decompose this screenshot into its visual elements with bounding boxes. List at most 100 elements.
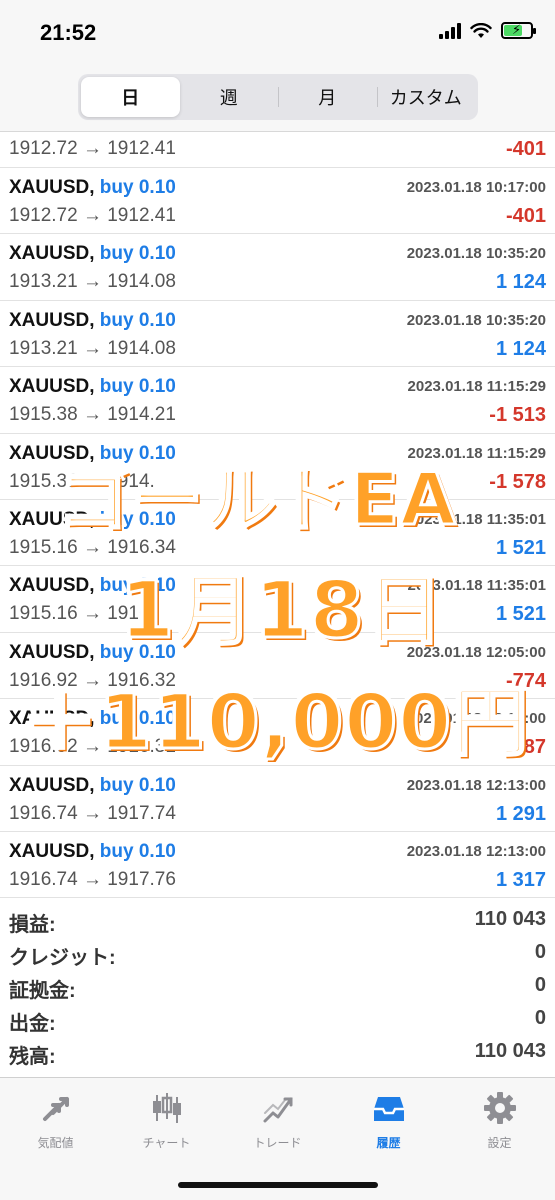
- deal-list: 1912.72 → 1912.41 -401 XAUUSD, buy 0.10 2…: [0, 132, 555, 899]
- deal-type: buy 0.10: [99, 177, 176, 198]
- deal-profit: -787: [505, 736, 546, 759]
- deal-time: 2023.01.18 11:15:29: [407, 444, 546, 462]
- tab-label: トレード: [253, 1136, 302, 1150]
- deal-symbol: XAUUSD, buy 0.10: [9, 775, 176, 797]
- status-bar: 21:52 ⚡: [0, 0, 555, 66]
- deal-profit: 1 317: [495, 868, 546, 891]
- tab-label: 設定: [487, 1136, 512, 1150]
- deal-symbol: XAUUSD, buy 0.10: [9, 243, 176, 265]
- deal-prices: 1912.72 → 1912.41: [9, 138, 176, 159]
- history-icon: [369, 1088, 409, 1128]
- deal-symbol: XAUUSD, buy 0.10: [9, 509, 176, 531]
- summary-row: 損益: 110 043: [0, 904, 555, 937]
- deal-symbol: XAUUSD, buy 0.10: [9, 841, 176, 863]
- list-item-partial[interactable]: 1912.72 → 1912.41 -401: [0, 132, 555, 168]
- deal-symbol-name: XAUUSD,: [9, 376, 95, 398]
- deal-type: buy 0.10: [99, 376, 176, 398]
- deal-time: 2023.01.18 12:05:00: [406, 710, 546, 728]
- cellular-signal-icon: [439, 22, 461, 39]
- list-item[interactable]: XAUUSD, buy 0.10 2023.01.18 10:35:20 1913.…: [0, 234, 555, 301]
- deal-profit: 1 521: [495, 603, 546, 626]
- summary-label: 残高:: [9, 1046, 56, 1068]
- deal-time: 2023.01.18 11:35:01: [407, 577, 546, 595]
- list-item[interactable]: XAUUSD, buy 0.10 2023.01.18 11:35:01 1915.…: [0, 566, 555, 633]
- home-indicator: [178, 1182, 378, 1188]
- summary-value: 0: [534, 1007, 546, 1029]
- segment-custom[interactable]: カスタム: [376, 77, 476, 117]
- deal-profit: 1 521: [495, 536, 546, 559]
- list-item[interactable]: XAUUSD, buy 0.10 2023.01.18 11:35:01 1915.…: [0, 500, 555, 567]
- summary-value: 0: [534, 974, 546, 996]
- deal-prices: 1915.38 → 1914.: [9, 470, 155, 492]
- deal-prices: 1916.74 → 1917.74: [9, 802, 176, 824]
- summary-label: 出金:: [9, 1013, 56, 1035]
- segment-day[interactable]: 日: [81, 77, 180, 117]
- list-item[interactable]: XAUUSD, buy 0.10 2023.01.18 11:15:29 1915.…: [0, 434, 555, 500]
- deal-type: buy 0.10: [99, 641, 176, 663]
- list-item[interactable]: XAUUSD, buy 0.10 2023.01.18 12:13:00 1916.…: [0, 766, 555, 832]
- deal-time: 2023.01.18 12:13:00: [406, 776, 546, 794]
- deal-symbol-name: XAUUSD,: [9, 508, 95, 530]
- deal-prices: 1916.92 → 1916.32: [9, 669, 176, 691]
- deal-prices: 1916.92 → 1916.31: [9, 736, 176, 758]
- deal-symbol: XAUUSD, buy 0.10: [9, 575, 176, 597]
- status-icons: ⚡: [439, 22, 536, 39]
- deal-symbol-name: XAUUSD,: [9, 442, 95, 464]
- segment-month[interactable]: 月: [278, 77, 377, 117]
- deal-type: buy 0.10: [99, 309, 176, 331]
- deal-profit: 1 291: [495, 802, 546, 825]
- list-item[interactable]: XAUUSD, buy 0.10 2023.01.18 10:17:00 1912.…: [0, 168, 555, 235]
- list-item[interactable]: XAUUSD, buy 0.10 2023.01.18 12:05:00 1916.…: [0, 699, 555, 766]
- deal-profit: -1 513: [489, 404, 546, 427]
- period-segmented-control: 日 週 月 カスタム: [78, 74, 478, 120]
- deal-prices: 1915.38 → 1914.21: [9, 404, 176, 426]
- summary-value: 0: [534, 941, 546, 963]
- history-header: 日 週 月 カスタム: [0, 66, 555, 132]
- status-time: 21:52: [40, 20, 97, 45]
- deal-prices: 1913.21 → 1914.08: [9, 337, 176, 359]
- tab-quotes[interactable]: 気配値: [0, 1078, 111, 1200]
- deal-symbol-name: XAUUSD,: [9, 774, 95, 796]
- summary-row: クレジット: 0: [0, 937, 555, 970]
- deal-time: 2023.01.18 12:05:00: [406, 643, 546, 661]
- list-item[interactable]: XAUUSD, buy 0.10 2023.01.18 11:15:29 1915.…: [0, 367, 555, 434]
- summary-label: クレジット:: [9, 947, 116, 969]
- deal-type: buy 0.10: [99, 840, 176, 862]
- deal-symbol: XAUUSD, buy 0.10: [9, 443, 176, 465]
- summary-row: 残高: 110 043: [0, 1036, 555, 1069]
- deal-symbol-name: XAUUSD,: [9, 243, 95, 265]
- deal-profit: -401: [505, 138, 546, 160]
- deal-symbol: XAUUSD, buy 0.10: [9, 642, 176, 664]
- deal-symbol: XAUUSD, buy 0.10: [9, 708, 176, 730]
- deal-symbol-name: XAUUSD,: [9, 641, 95, 663]
- deal-type: buy 0.10: [99, 508, 176, 530]
- tab-label: チャート: [142, 1136, 191, 1150]
- list-item[interactable]: XAUUSD, buy 0.10 2023.01.18 12:13:00 1916.…: [0, 832, 555, 899]
- list-item[interactable]: XAUUSD, buy 0.10 2023.01.18 12:05:00 1916.…: [0, 633, 555, 700]
- deal-symbol: XAUUSD, buy 0.10: [9, 376, 176, 398]
- deal-time: 2023.01.18 11:15:29: [407, 378, 546, 396]
- list-item[interactable]: XAUUSD, buy 0.10 2023.01.18 10:35:20 1913.…: [0, 301, 555, 368]
- summary-row: 出金: 0: [0, 1003, 555, 1036]
- deal-symbol: XAUUSD, buy 0.10: [9, 310, 176, 332]
- deal-time: 2023.01.18 11:35:01: [407, 510, 546, 528]
- deal-type: buy 0.10: [99, 774, 176, 796]
- tab-label: 履歴: [376, 1136, 401, 1150]
- summary-value: 110 043: [474, 908, 546, 930]
- deal-symbol-name: XAUUSD,: [9, 575, 95, 597]
- deal-profit: -774: [505, 669, 546, 692]
- deal-prices: 1916.74 → 1917.76: [9, 868, 176, 890]
- tab-label: 気配値: [37, 1136, 74, 1150]
- segment-week[interactable]: 週: [180, 77, 279, 117]
- deal-prices: 1913.21 → 1914.08: [9, 271, 176, 293]
- deal-profit: 1 124: [495, 337, 546, 360]
- deal-prices: 1915.16 → 1916.34: [9, 536, 176, 558]
- tab-bar: 気配値 チャート トレード 履歴 設定: [0, 1077, 555, 1200]
- deal-symbol-name: XAUUSD,: [9, 177, 95, 198]
- tab-settings[interactable]: 設定: [444, 1078, 555, 1200]
- deal-symbol-name: XAUUSD,: [9, 840, 95, 862]
- deal-symbol: XAUUSD, buy 0.10: [9, 177, 176, 199]
- trade-icon: [258, 1088, 298, 1128]
- wifi-icon: [470, 22, 492, 38]
- deal-type: buy 0.10: [99, 575, 176, 597]
